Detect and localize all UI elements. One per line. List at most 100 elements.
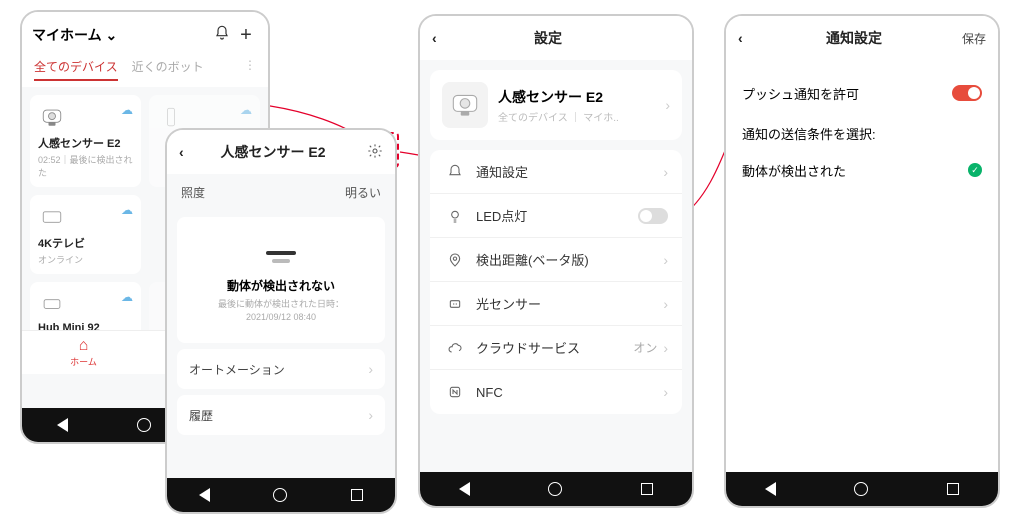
nav-home-icon[interactable]: [854, 482, 868, 496]
cloud-icon: ☁: [121, 103, 133, 117]
nfc-icon: [444, 384, 466, 400]
bell-icon: [444, 164, 466, 180]
cloud-icon: ☁: [240, 103, 252, 117]
back-icon[interactable]: ‹: [432, 30, 452, 46]
push-allow-label: プッシュ通知を許可: [742, 84, 859, 103]
screen-device-detail: ‹ 人感センサー E2 照度 明るい 動体が検出されない 最後に動体が検出された…: [167, 130, 395, 478]
row-distance[interactable]: 検出距離(ベータ版) ›: [430, 238, 682, 282]
cloud-icon: ☁: [121, 290, 133, 304]
device-status: オンライン: [38, 253, 133, 266]
notify-header: ‹ 通知設定 保存: [726, 16, 998, 60]
tab-nearby[interactable]: 近くのボット: [132, 58, 204, 81]
device-name: 人感センサー E2: [38, 135, 133, 151]
push-allow-row: プッシュ通知を許可: [742, 76, 982, 110]
back-icon[interactable]: ‹: [179, 144, 199, 160]
chevron-right-icon: ›: [665, 97, 670, 113]
gear-icon[interactable]: [347, 143, 383, 162]
chevron-right-icon: ›: [663, 252, 668, 268]
motion-title: 動体が検出されない: [187, 277, 375, 294]
motion-detected-row[interactable]: 動体が検出された ✓: [742, 155, 982, 185]
device-card-motion-sensor[interactable]: ☁ 人感センサー E2 02:52｜最後に検出された: [30, 95, 141, 187]
android-navbar: [420, 472, 692, 506]
phone-notification-settings: ‹ 通知設定 保存 プッシュ通知を許可 通知の送信条件を選択: 動体が検出された…: [724, 14, 1000, 508]
settings-title: 設定: [452, 28, 644, 48]
cloud-value: オン: [633, 339, 657, 356]
settings-header: ‹ 設定: [420, 16, 692, 60]
nav-home-icon[interactable]: [137, 418, 151, 432]
nav-home-icon[interactable]: [548, 482, 562, 496]
chevron-right-icon: ›: [368, 361, 373, 377]
device-status: 02:52｜最後に検出された: [38, 153, 133, 179]
row-notification-settings[interactable]: 通知設定 ›: [430, 150, 682, 194]
phone-device-detail: ‹ 人感センサー E2 照度 明るい 動体が検出されない 最後に動体が検出された…: [165, 128, 397, 514]
lux-value: 明るい: [345, 184, 381, 201]
tv-icon: [38, 203, 66, 231]
save-button[interactable]: 保存: [950, 30, 986, 47]
screen-settings: ‹ 設定 人感センサー E2 全てのデバイス ｜ マイホ.. › 通知設定 ›: [420, 16, 692, 472]
device-name: 4Kテレビ: [38, 235, 133, 251]
cloud-icon: [444, 340, 466, 356]
nav-back-icon[interactable]: [459, 482, 470, 496]
remote-icon: [157, 103, 185, 131]
notify-title: 通知設定: [758, 28, 950, 48]
push-allow-toggle[interactable]: [952, 85, 982, 101]
row-light-sensor[interactable]: 光センサー ›: [430, 282, 682, 326]
lux-label: 照度: [181, 184, 205, 201]
location-icon: [444, 252, 466, 268]
device-image: [442, 82, 488, 128]
nav-recent-icon[interactable]: [641, 483, 653, 495]
android-navbar: [167, 478, 395, 512]
notify-body: プッシュ通知を許可 通知の送信条件を選択: 動体が検出された ✓: [726, 60, 998, 185]
plus-icon[interactable]: +: [234, 24, 258, 47]
nav-back-icon[interactable]: [57, 418, 68, 432]
nav-back-icon[interactable]: [199, 488, 210, 502]
chevron-right-icon: ›: [663, 296, 668, 312]
settings-list: 通知設定 › LED点灯 検出距離(ベータ版) › 光センサー › クラウドサー…: [430, 150, 682, 414]
home-icon: ⌂: [79, 337, 89, 355]
nav-home-icon[interactable]: [273, 488, 287, 502]
bell-icon[interactable]: [210, 25, 234, 46]
device-tabs: 全てのデバイス 近くのボット ⋮: [22, 58, 268, 87]
nav-recent-icon[interactable]: [351, 489, 363, 501]
chevron-down-icon: ⌄: [105, 27, 117, 43]
motion-detected-label: 動体が検出された: [742, 161, 846, 180]
hub-icon: [38, 290, 66, 318]
back-icon[interactable]: ‹: [738, 30, 758, 46]
device-card-tv[interactable]: ☁ 4Kテレビ オンライン: [30, 195, 141, 274]
screen-notification-settings: ‹ 通知設定 保存 プッシュ通知を許可 通知の送信条件を選択: 動体が検出された…: [726, 16, 998, 472]
nav-recent-icon[interactable]: [947, 483, 959, 495]
home-header: マイホーム ⌄ +: [22, 12, 268, 58]
chevron-right-icon: ›: [663, 340, 668, 356]
lux-row: 照度 明るい: [167, 174, 395, 211]
more-icon[interactable]: ⋮: [244, 58, 256, 81]
device-name: 人感センサー E2: [498, 87, 619, 107]
motion-sensor-icon: [38, 103, 66, 131]
chevron-right-icon: ›: [663, 164, 668, 180]
nav-back-icon[interactable]: [765, 482, 776, 496]
detail-header: ‹ 人感センサー E2: [167, 130, 395, 174]
automation-section: オートメーション ›: [177, 349, 385, 389]
row-cloud[interactable]: クラウドサービス オン ›: [430, 326, 682, 370]
row-nfc[interactable]: NFC ›: [430, 370, 682, 414]
check-icon: ✓: [968, 163, 982, 177]
bulb-icon: [444, 208, 466, 224]
device-summary[interactable]: 人感センサー E2 全てのデバイス ｜ マイホ.. ›: [430, 70, 682, 140]
tab-all-devices[interactable]: 全てのデバイス: [34, 58, 118, 81]
android-navbar: [726, 472, 998, 506]
cloud-icon: ☁: [121, 203, 133, 217]
motion-sub: 最後に動体が検出された日時：2021/09/12 08:40: [187, 298, 375, 323]
chevron-right-icon: ›: [368, 407, 373, 423]
condition-label: 通知の送信条件を選択:: [742, 124, 982, 143]
detail-title: 人感センサー E2: [199, 142, 347, 162]
device-sub: 全てのデバイス ｜ マイホ..: [498, 109, 619, 124]
home-title[interactable]: マイホーム ⌄: [32, 25, 117, 45]
automation-row[interactable]: オートメーション ›: [177, 349, 385, 389]
led-toggle[interactable]: [638, 208, 668, 224]
row-led[interactable]: LED点灯: [430, 194, 682, 238]
chevron-right-icon: ›: [663, 384, 668, 400]
tab-home[interactable]: ⌂ ホーム: [22, 331, 145, 374]
phone-settings: ‹ 設定 人感センサー E2 全てのデバイス ｜ マイホ.. › 通知設定 ›: [418, 14, 694, 508]
history-row[interactable]: 履歴 ›: [177, 395, 385, 435]
light-sensor-icon: [444, 296, 466, 312]
history-section: 履歴 ›: [177, 395, 385, 435]
